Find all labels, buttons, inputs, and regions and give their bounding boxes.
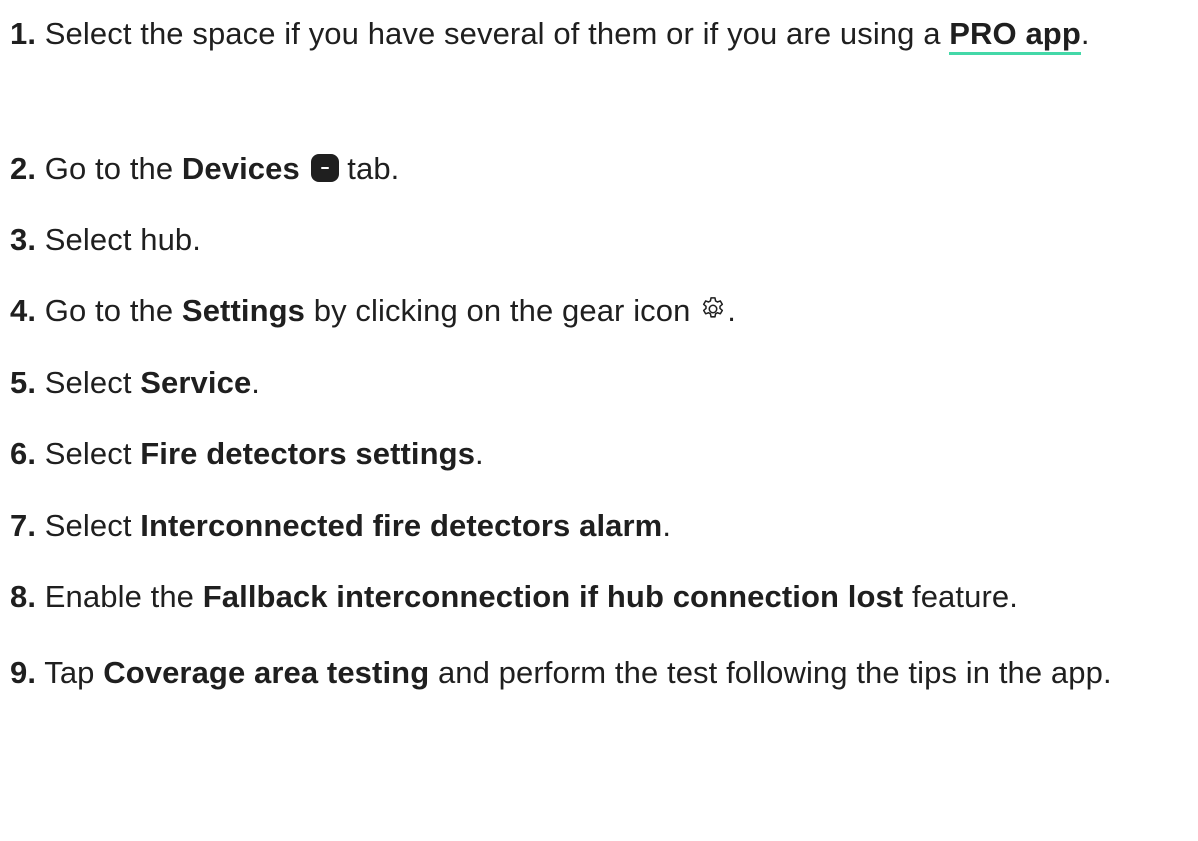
step-text-end: feature.	[903, 579, 1018, 614]
step-number: 5.	[10, 365, 37, 400]
step-9: 9. Tap Coverage area testing and perform…	[10, 642, 1180, 704]
step-8: 8. Enable the Fallback interconnection i…	[10, 569, 1180, 625]
step-text-end: .	[475, 436, 484, 471]
step-text-end: .	[1080, 16, 1090, 51]
step-text-end: .	[251, 365, 261, 400]
step-text: Go to the	[44, 151, 182, 186]
step-number: 1.	[10, 16, 37, 51]
pro-app-link[interactable]: PRO app	[949, 16, 1081, 55]
step-number: 6.	[10, 436, 37, 471]
service-label: Service	[140, 365, 252, 400]
step-text: Go to the	[44, 293, 182, 328]
step-text-end: .	[727, 293, 736, 328]
step-5: 5. Select Service.	[10, 355, 1180, 411]
step-number: 4.	[10, 293, 37, 328]
step-number: 2.	[10, 151, 37, 186]
devices-tab-icon	[310, 154, 339, 182]
step-text: Select	[44, 365, 141, 400]
step-2: 2. Go to the Devices tab.	[10, 141, 1180, 197]
interconnected-alarm-label: Interconnected fire detectors alarm	[140, 508, 663, 543]
step-text-mid: by clicking on the gear icon	[305, 293, 700, 328]
step-text-end: .	[662, 508, 672, 543]
step-number: 3.	[10, 222, 37, 257]
step-6: 6. Select Fire detectors settings.	[10, 426, 1180, 482]
step-4: 4. Go to the Settings by clicking on the…	[10, 283, 1180, 339]
step-number: 8.	[10, 579, 37, 614]
step-text-end: and perform the test following the tips …	[429, 655, 1112, 690]
step-text-end: tab.	[338, 151, 400, 186]
step-1: 1. Select the space if you have several …	[10, 3, 1180, 65]
step-text: Select hub.	[44, 222, 201, 257]
step-7: 7. Select Interconnected fire detectors …	[10, 498, 1180, 554]
settings-label: Settings	[181, 293, 306, 328]
devices-label: Devices	[181, 151, 300, 186]
gear-icon	[703, 297, 724, 318]
step-number: 7.	[10, 508, 37, 543]
fire-detectors-settings-label: Fire detectors settings	[140, 436, 476, 471]
step-text: Select	[44, 508, 141, 543]
coverage-area-testing-label: Coverage area testing	[103, 655, 430, 690]
step-text: Enable the	[44, 579, 203, 614]
step-text: Tap	[44, 655, 104, 690]
step-number: 9.	[10, 655, 37, 690]
step-3: 3. Select hub.	[10, 212, 1180, 268]
fallback-interconnection-label: Fallback interconnection if hub connecti…	[202, 579, 904, 614]
step-text: Select	[44, 436, 141, 471]
step-text: Select the space if you have several of …	[44, 16, 950, 51]
